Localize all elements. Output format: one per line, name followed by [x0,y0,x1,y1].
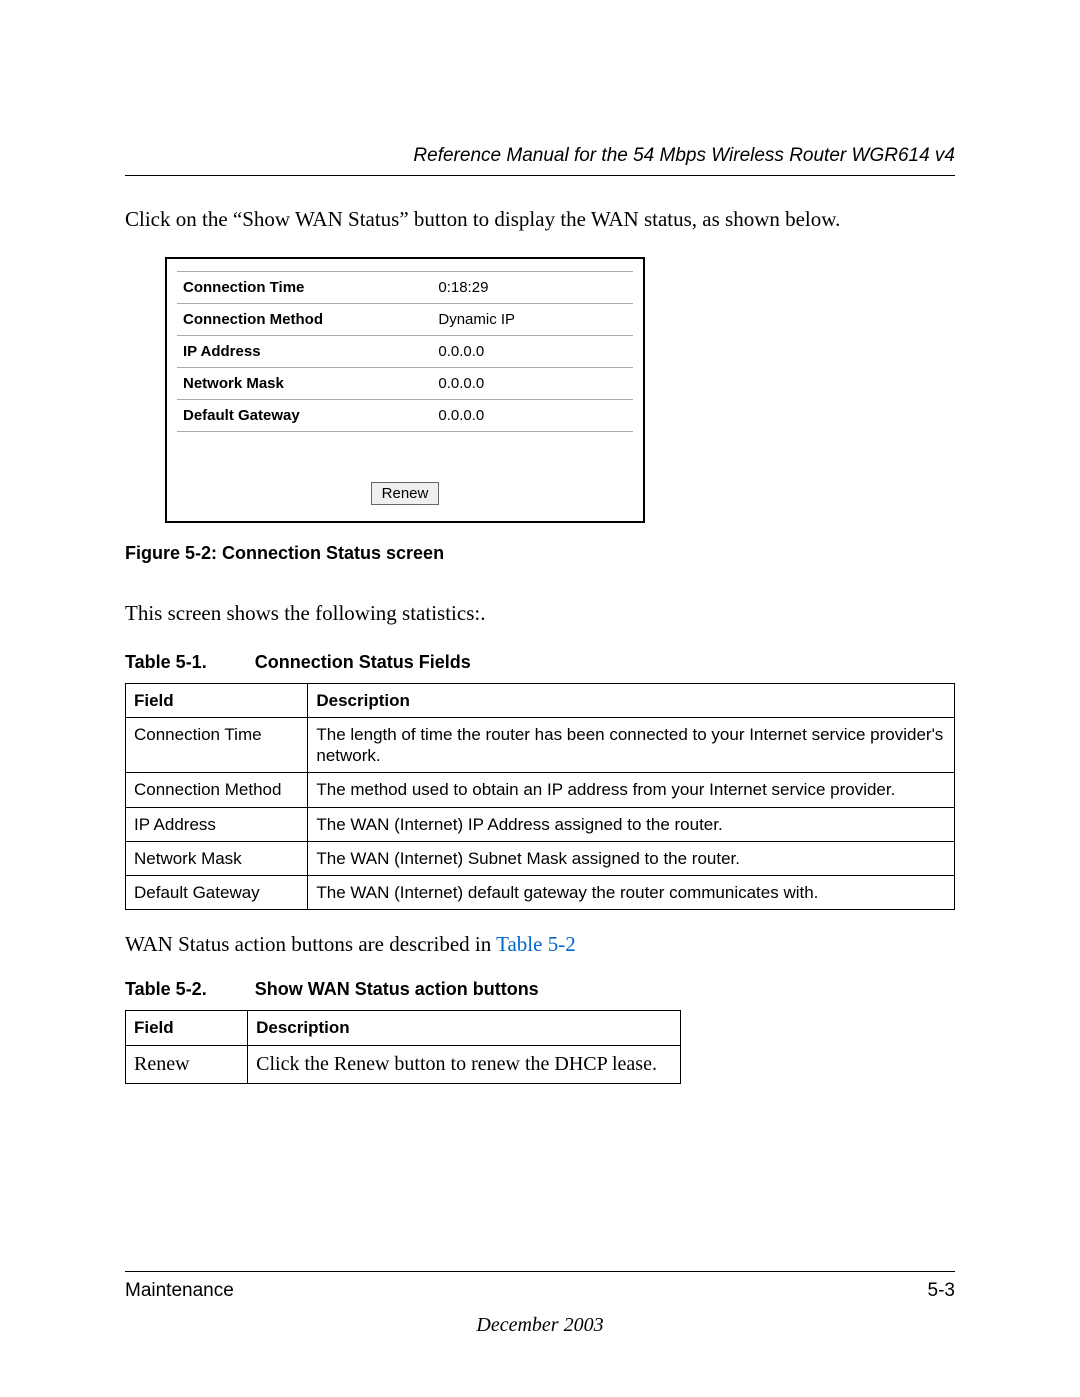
desc-cell: The length of time the router has been c… [308,717,955,773]
status-label: Network Mask [177,368,432,400]
desc-cell: The method used to obtain an IP address … [308,773,955,807]
status-label: Default Gateway [177,400,432,432]
table1-caption-num: Table 5-1. [125,652,207,672]
col-field: Field [126,683,308,717]
field-cell: IP Address [126,807,308,841]
footer-date: December 2003 [0,1314,1080,1337]
xref-paragraph: WAN Status action buttons are described … [125,932,955,957]
status-label: Connection Method [177,304,432,336]
status-value: 0:18:29 [432,272,633,304]
col-description: Description [308,683,955,717]
desc-cell: The WAN (Internet) IP Address assigned t… [308,807,955,841]
field-cell: Default Gateway [126,876,308,910]
after-figure-text: This screen shows the following statisti… [125,600,955,627]
table-row: IP Address The WAN (Internet) IP Address… [126,807,955,841]
table2-caption: Table 5-2. Show WAN Status action buttons [125,979,955,1000]
page-footer: Maintenance 5-3 [125,1271,955,1302]
renew-button[interactable]: Renew [371,482,440,505]
status-row: Connection Method Dynamic IP [177,304,633,336]
table-row: Default Gateway The WAN (Internet) defau… [126,876,955,910]
running-header: Reference Manual for the 54 Mbps Wireles… [125,145,955,176]
footer-page: 5-3 [928,1280,955,1302]
col-description: Description [248,1011,681,1045]
status-value: Dynamic IP [432,304,633,336]
field-cell: Connection Time [126,717,308,773]
table2-caption-num: Table 5-2. [125,979,207,999]
table1-caption: Table 5-1. Connection Status Fields [125,652,955,673]
field-cell: Renew [126,1045,248,1083]
table-row: Connection Time The length of time the r… [126,717,955,773]
field-cell: Network Mask [126,841,308,875]
xref-link[interactable]: Table 5-2 [496,932,576,956]
desc-cell: The WAN (Internet) Subnet Mask assigned … [308,841,955,875]
xref-pre: WAN Status action buttons are described … [125,932,496,956]
footer-section: Maintenance [125,1280,234,1302]
status-row: IP Address 0.0.0.0 [177,336,633,368]
desc-cell: Click the Renew button to renew the DHCP… [248,1045,681,1083]
status-row: Default Gateway 0.0.0.0 [177,400,633,432]
table1-caption-title: Connection Status Fields [255,652,471,672]
status-label: Connection Time [177,272,432,304]
table-row: Network Mask The WAN (Internet) Subnet M… [126,841,955,875]
status-label: IP Address [177,336,432,368]
field-cell: Connection Method [126,773,308,807]
table-row: Connection Method The method used to obt… [126,773,955,807]
status-row: Connection Time 0:18:29 [177,272,633,304]
status-value: 0.0.0.0 [432,400,633,432]
status-table: Connection Time 0:18:29 Connection Metho… [177,271,633,432]
status-value: 0.0.0.0 [432,368,633,400]
wan-status-buttons-table: Field Description Renew Click the Renew … [125,1010,681,1083]
status-value: 0.0.0.0 [432,336,633,368]
intro-paragraph: Click on the “Show WAN Status” button to… [125,206,955,233]
figure-caption: Figure 5-2: Connection Status screen [125,543,955,564]
col-field: Field [126,1011,248,1045]
table-row: Renew Click the Renew button to renew th… [126,1045,681,1083]
connection-status-fields-table: Field Description Connection Time The le… [125,683,955,911]
desc-cell: The WAN (Internet) default gateway the r… [308,876,955,910]
table2-caption-title: Show WAN Status action buttons [255,979,539,999]
status-row: Network Mask 0.0.0.0 [177,368,633,400]
connection-status-screenshot: Connection Time 0:18:29 Connection Metho… [165,257,645,523]
